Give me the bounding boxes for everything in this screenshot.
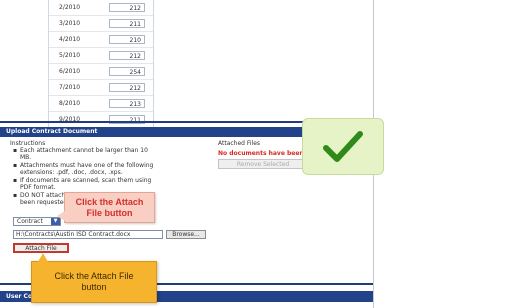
document-type-value: Contract	[17, 218, 43, 225]
month-label: 8/2010	[59, 100, 81, 107]
table-row: 7/2010 212	[49, 80, 153, 96]
list-item: Attachments must have one of the followi…	[13, 162, 155, 176]
document-type-select[interactable]: Contract ▼	[13, 217, 61, 226]
month-label: 2/2010	[59, 4, 81, 11]
list-item: Each attachment cannot be larger than 10…	[13, 147, 155, 161]
instructions-title: Instructions	[10, 140, 46, 147]
month-label: 3/2010	[59, 20, 81, 27]
month-label: 7/2010	[59, 84, 81, 91]
checkmark-icon	[323, 130, 363, 162]
month-value-input[interactable]: 212	[109, 51, 145, 60]
table-row: 3/2010 211	[49, 16, 153, 32]
attached-files-title: Attached Files	[218, 140, 261, 147]
table-row: 9/2010211	[49, 112, 153, 128]
attach-callout-yellow: Click the Attach File button	[31, 253, 157, 303]
attach-callout-red: Click the Attach File button	[57, 192, 155, 223]
callout-text: Click the Attach	[75, 197, 144, 207]
file-path-input[interactable]: H:\Contracts\Austin ISD Contract.docx	[13, 230, 163, 239]
table-row: 8/2010 213	[49, 96, 153, 112]
month-value-input[interactable]: 212	[109, 3, 145, 12]
table-row: 5/2010 212	[49, 48, 153, 64]
attach-file-button[interactable]: Attach File	[13, 243, 69, 253]
callout-text: File button	[86, 208, 133, 218]
month-label: 5/2010	[59, 52, 81, 59]
month-value-input[interactable]: 212	[109, 83, 145, 92]
list-item: If documents are scanned, scan them usin…	[13, 177, 155, 191]
success-checkmark-panel	[302, 118, 384, 175]
browse-button[interactable]: Browse...	[166, 230, 206, 239]
monthly-values-table: 2/2010 212 3/2010 211 4/2010 210 5/2010 212 …	[48, 0, 154, 128]
month-value-input[interactable]: 210	[109, 35, 145, 44]
month-label: 6/2010	[59, 68, 81, 75]
remove-selected-button[interactable]: Remove Selected	[218, 159, 308, 169]
table-row: 2/2010 212	[49, 0, 153, 16]
callout-text: button	[81, 282, 107, 292]
table-row: 4/2010 210	[49, 32, 153, 48]
month-value-input[interactable]: 211	[109, 19, 145, 28]
month-value-input[interactable]: 254	[109, 67, 145, 76]
callout-text: Click the Attach File	[54, 271, 134, 281]
month-value-input[interactable]: 213	[109, 99, 145, 108]
table-row: 6/2010 254	[49, 64, 153, 80]
month-label: 4/2010	[59, 36, 81, 43]
